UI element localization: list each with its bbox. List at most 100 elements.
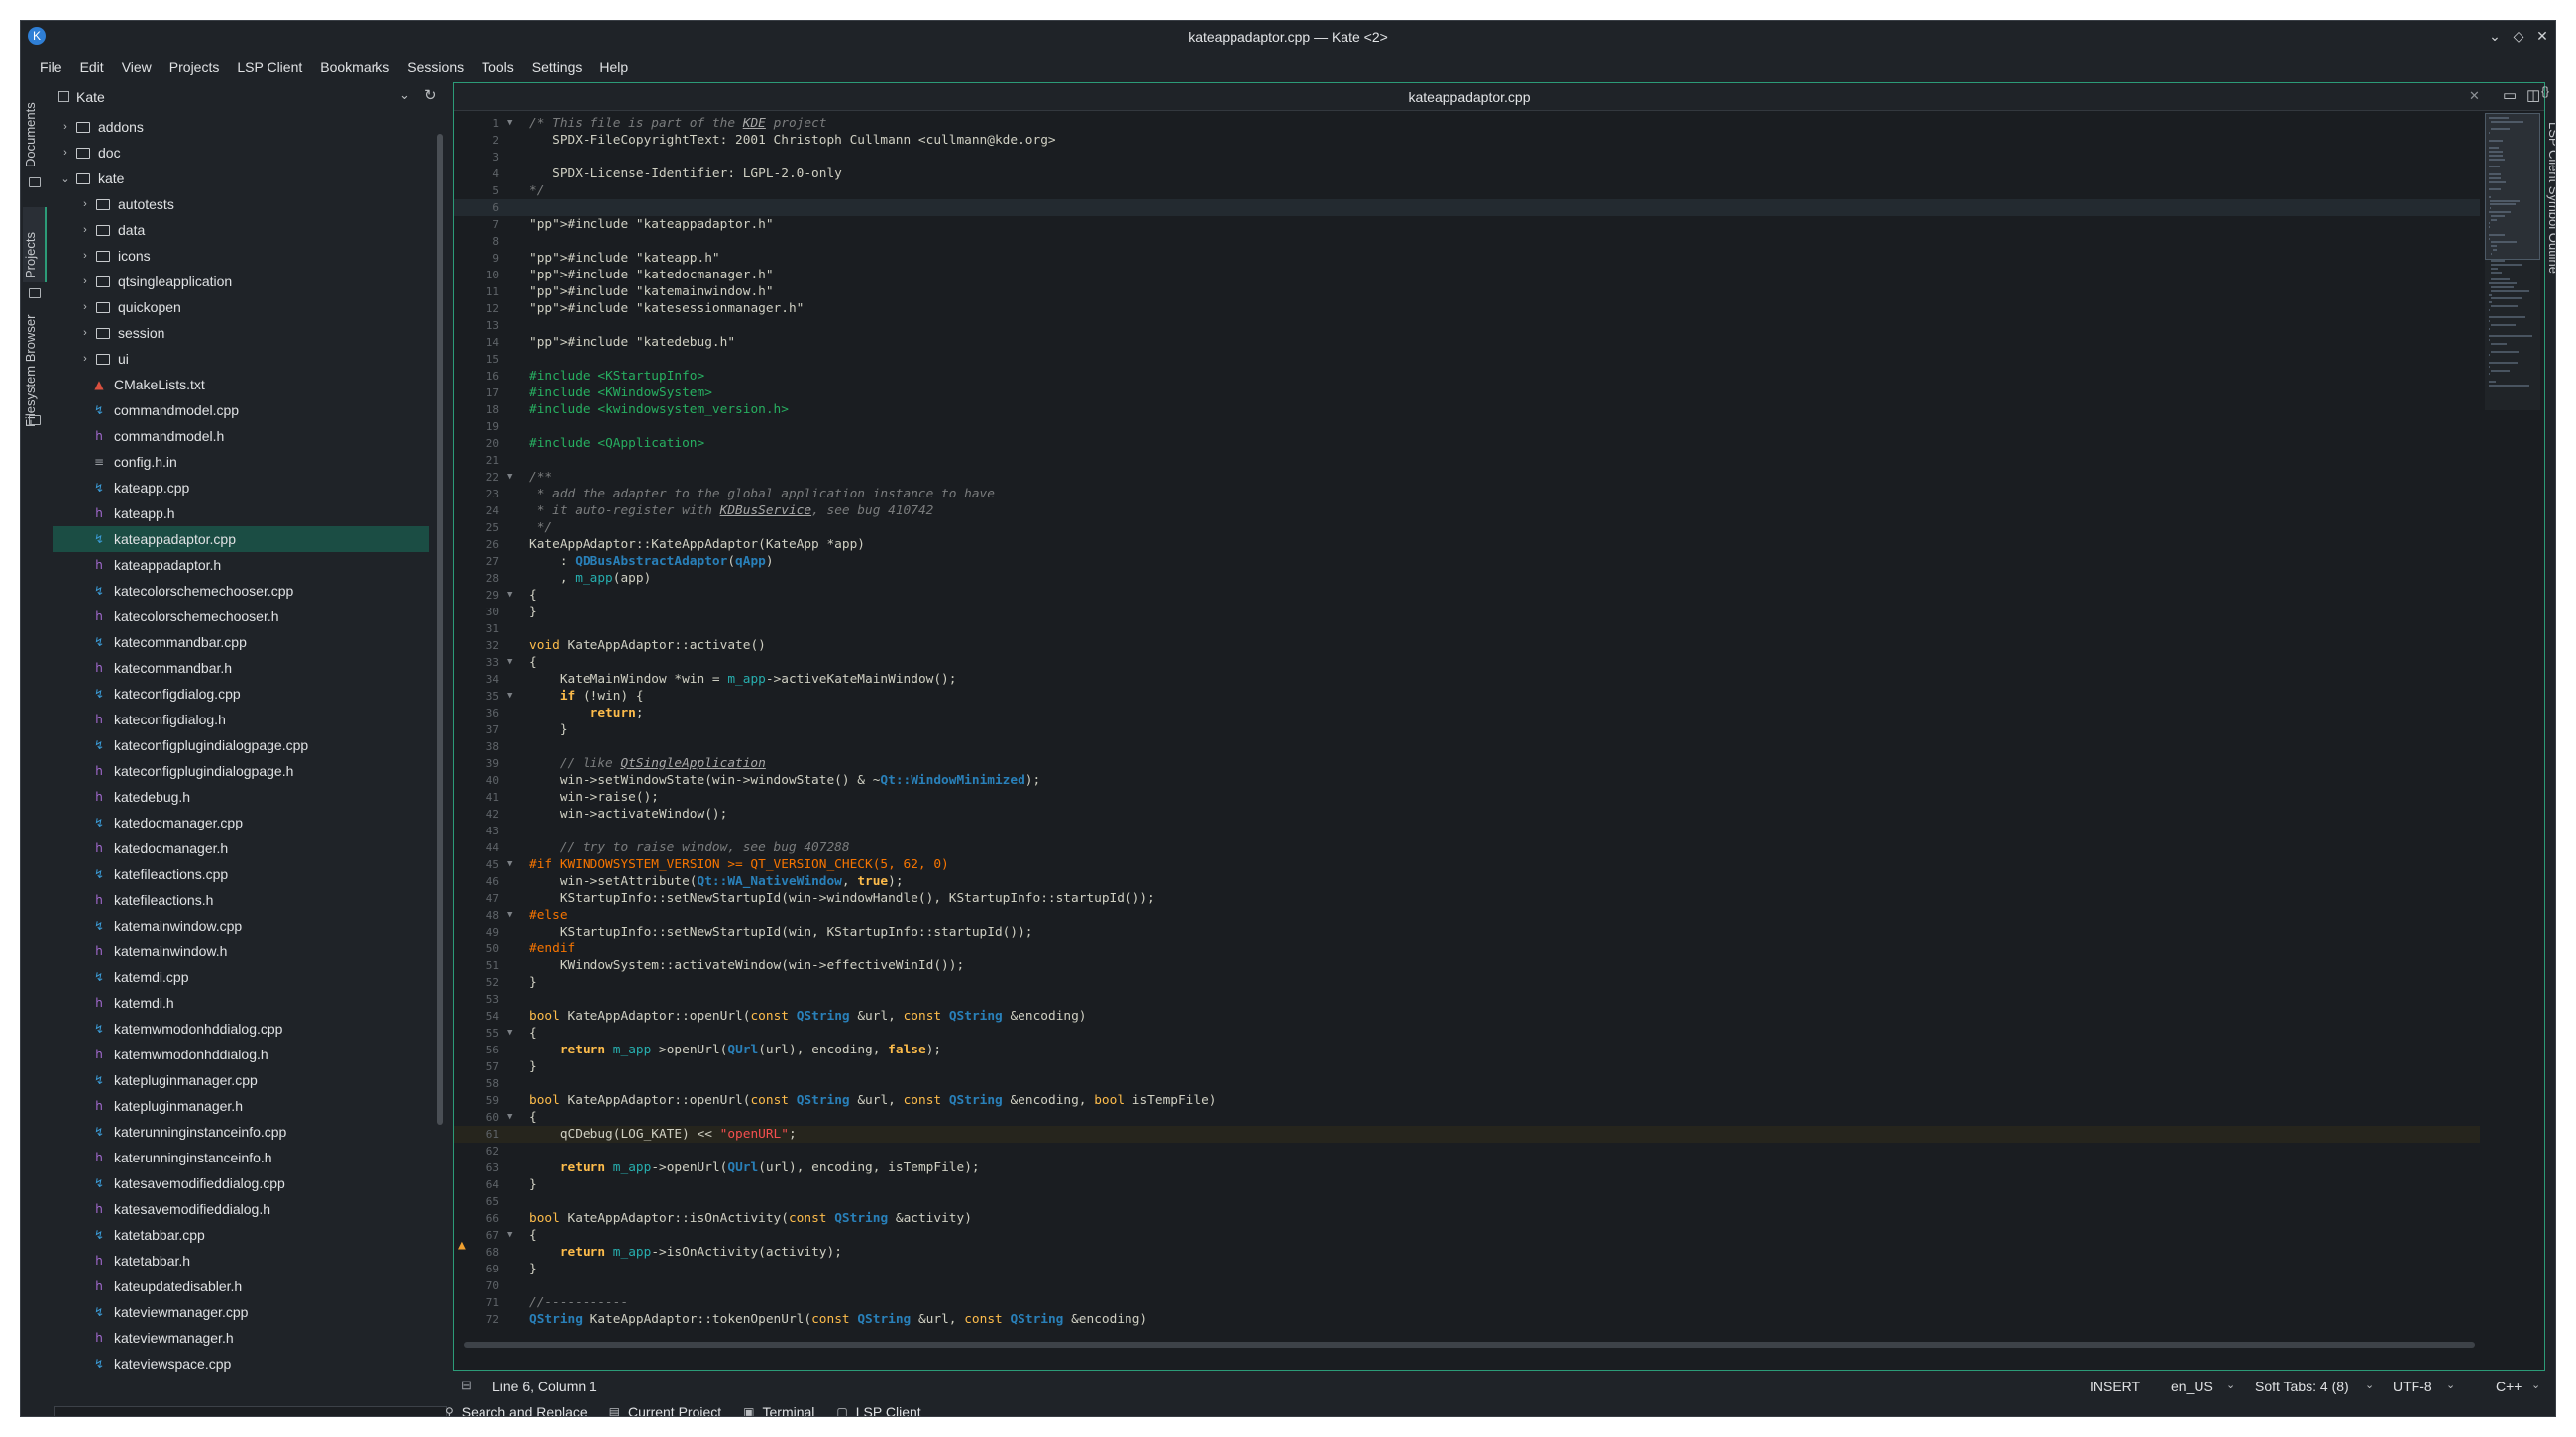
code-line[interactable]: 65 (454, 1193, 2480, 1210)
code-line[interactable]: 5 */ (454, 182, 2480, 199)
menu-sessions[interactable]: Sessions (398, 59, 473, 75)
tree-file[interactable]: ↯ katetabbar.cpp (53, 1222, 429, 1248)
tree-file[interactable]: h kateconfigplugindialogpage.h (53, 758, 429, 784)
code-line[interactable]: 25 */ (454, 519, 2480, 536)
fold-marker-icon[interactable]: ▼ (507, 688, 519, 705)
code-line[interactable]: 18 #include <kwindowsystem_version.h> (454, 401, 2480, 418)
cursor-position[interactable]: Line 6, Column 1 (492, 1379, 597, 1394)
code-line[interactable]: 1 ▼ /* This file is part of the KDE projec… (454, 115, 2480, 132)
code-line[interactable]: 42 win->activateWindow(); (454, 806, 2480, 823)
menu-edit[interactable]: Edit (71, 59, 113, 75)
code-line[interactable]: 8 (454, 233, 2480, 250)
code-line[interactable]: 15 (454, 351, 2480, 368)
code-line[interactable]: 39 // like QtSingleApplication (454, 755, 2480, 772)
tree-file[interactable]: h katecommandbar.h (53, 655, 429, 681)
tree-folder[interactable]: › addons (53, 114, 429, 140)
fold-marker-icon[interactable]: ▼ (507, 1227, 519, 1244)
code-line[interactable]: 52} (454, 974, 2480, 991)
menu-view[interactable]: View (113, 59, 161, 75)
menu-tools[interactable]: Tools (473, 59, 523, 75)
code-line[interactable]: 56 return m_app->openUrl(QUrl(url), enco… (454, 1042, 2480, 1058)
code-line[interactable]: 49 KStartupInfo::setNewStartupId(win, KS… (454, 924, 2480, 940)
code-line[interactable]: 20 #include <QApplication> (454, 435, 2480, 452)
tree-folder[interactable]: › autotests (53, 191, 429, 217)
code-line[interactable]: 3 (454, 149, 2480, 166)
code-editor[interactable]: 1 ▼ /* This file is part of the KDE projec… (454, 113, 2480, 1332)
maximize-icon[interactable]: ◇ (2510, 27, 2527, 45)
code-line[interactable]: 57} (454, 1058, 2480, 1075)
code-line[interactable]: 40 win->setWindowState(win->windowState(… (454, 772, 2480, 789)
current-project-button[interactable]: ▤ Current Project (601, 1402, 722, 1416)
code-line[interactable]: 64} (454, 1176, 2480, 1193)
code-line[interactable]: 27 : QDBusAbstractAdaptor(qApp) (454, 553, 2480, 570)
tree-file[interactable]: ↯ katecommandbar.cpp (53, 629, 429, 655)
code-line[interactable]: 66 bool KateAppAdaptor::isOnActivity(cons… (454, 1210, 2480, 1227)
tab-filesystem-browser[interactable]: Filesystem Browser (23, 292, 47, 431)
chevron-right-icon[interactable]: › (58, 147, 72, 159)
code-line[interactable]: 33 ▼ { (454, 654, 2480, 671)
tab-documents[interactable]: Documents (23, 102, 47, 171)
tree-file[interactable]: ↯ kateviewmanager.cpp (53, 1299, 429, 1325)
code-line[interactable]: 14 "pp">#include "katedebug.h" (454, 334, 2480, 351)
code-line[interactable]: 9 "pp">#include "kateapp.h" (454, 250, 2480, 267)
code-line[interactable]: 36 return; (454, 705, 2480, 721)
menu-projects[interactable]: Projects (161, 59, 229, 75)
tree-file[interactable]: h katemwmodonhddialog.h (53, 1042, 429, 1067)
code-line[interactable]: 30} (454, 604, 2480, 620)
tree-file[interactable]: h katesavemodifieddialog.h (53, 1196, 429, 1222)
code-line[interactable]: 67 ▼{ (454, 1227, 2480, 1244)
terminal-button[interactable]: ▣ Terminal (735, 1402, 814, 1416)
project-selector[interactable]: Kate ⌄ ↻ (53, 82, 449, 112)
tree-file[interactable]: h katefileactions.h (53, 887, 429, 913)
code-line[interactable]: 71 //----------- (454, 1294, 2480, 1311)
tree-file[interactable]: ↯ katemwmodonhddialog.cpp (53, 1016, 429, 1042)
tree-file[interactable]: h katetabbar.h (53, 1248, 429, 1273)
code-line[interactable]: 48 ▼ #else (454, 907, 2480, 924)
sidebar-scrollbar[interactable] (437, 134, 443, 1125)
code-line[interactable]: 45 ▼ #if KWINDOWSYSTEM_VERSION >= QT_VERSI… (454, 856, 2480, 873)
chevron-down-icon[interactable]: ⌄ (2226, 1379, 2235, 1391)
tab-kateappadaptor[interactable]: kateappadaptor.cpp (454, 89, 2485, 105)
code-line[interactable]: 58 (454, 1075, 2480, 1092)
code-line[interactable]: 10 "pp">#include "katedocmanager.h" (454, 267, 2480, 283)
code-line[interactable]: 7 "pp">#include "kateappadaptor.h" (454, 216, 2480, 233)
tree-file[interactable]: ↯ katerunninginstanceinfo.cpp (53, 1119, 429, 1145)
code-line[interactable]: 69} (454, 1261, 2480, 1277)
tree-folder[interactable]: › ui (53, 346, 429, 372)
fold-marker-icon[interactable]: ▼ (507, 907, 519, 924)
code-line[interactable]: 47 KStartupInfo::setNewStartupId(win->wi… (454, 890, 2480, 907)
lsp-client-button[interactable]: ▢ LSP Client (828, 1402, 920, 1416)
code-line[interactable]: 2 SPDX-FileCopyrightText: 2001 Christoph… (454, 132, 2480, 149)
minimize-icon[interactable]: ⌄ (2486, 27, 2504, 45)
menu-file[interactable]: File (31, 59, 71, 75)
code-line[interactable]: 24 * it auto-register with KDBusService,… (454, 502, 2480, 519)
tree-file[interactable]: h katecolorschemechooser.h (53, 604, 429, 629)
fold-marker-icon[interactable]: ▼ (507, 1109, 519, 1126)
code-line[interactable]: 50 #endif (454, 940, 2480, 957)
chevron-right-icon[interactable]: › (78, 276, 92, 287)
minimap-viewport[interactable] (2485, 113, 2540, 260)
tree-folder[interactable]: › doc (53, 140, 429, 166)
indentation-selector[interactable]: Soft Tabs: 4 (8) (2255, 1379, 2349, 1394)
dictionary-selector[interactable]: en_US (2171, 1379, 2213, 1394)
tree-file[interactable]: h katedocmanager.h (53, 835, 429, 861)
code-line[interactable]: 19 (454, 418, 2480, 435)
tree-file[interactable]: ↯ katesavemodifieddialog.cpp (53, 1170, 429, 1196)
code-line[interactable]: 11 "pp">#include "katemainwindow.h" (454, 283, 2480, 300)
split-view-icon[interactable]: ◫ (2526, 86, 2540, 104)
close-tab-icon[interactable]: ✕ (2469, 88, 2480, 104)
menu-settings[interactable]: Settings (523, 59, 591, 75)
code-line[interactable]: 23 * add the adapter to the global appli… (454, 486, 2480, 502)
code-line[interactable]: 21 (454, 452, 2480, 469)
code-line[interactable]: 44 // try to raise window, see bug 40728… (454, 839, 2480, 856)
chevron-down-icon[interactable]: ⌄ (2531, 1379, 2540, 1391)
chevron-down-icon[interactable]: ⌄ (2446, 1379, 2455, 1391)
tree-file[interactable]: h kateviewmanager.h (53, 1325, 429, 1351)
tree-file[interactable]: ▲ CMakeLists.txt (53, 372, 429, 397)
tree-folder[interactable]: › session (53, 320, 429, 346)
tree-file[interactable]: ↯ katepluginmanager.cpp (53, 1067, 429, 1093)
warning-icon[interactable]: ▲ (458, 1238, 466, 1253)
tab-lsp-symbol-outline[interactable]: LSP Client Symbol Outline (2539, 122, 2555, 274)
tab-projects[interactable]: Projects (23, 207, 47, 282)
chevron-right-icon[interactable]: › (78, 353, 92, 365)
